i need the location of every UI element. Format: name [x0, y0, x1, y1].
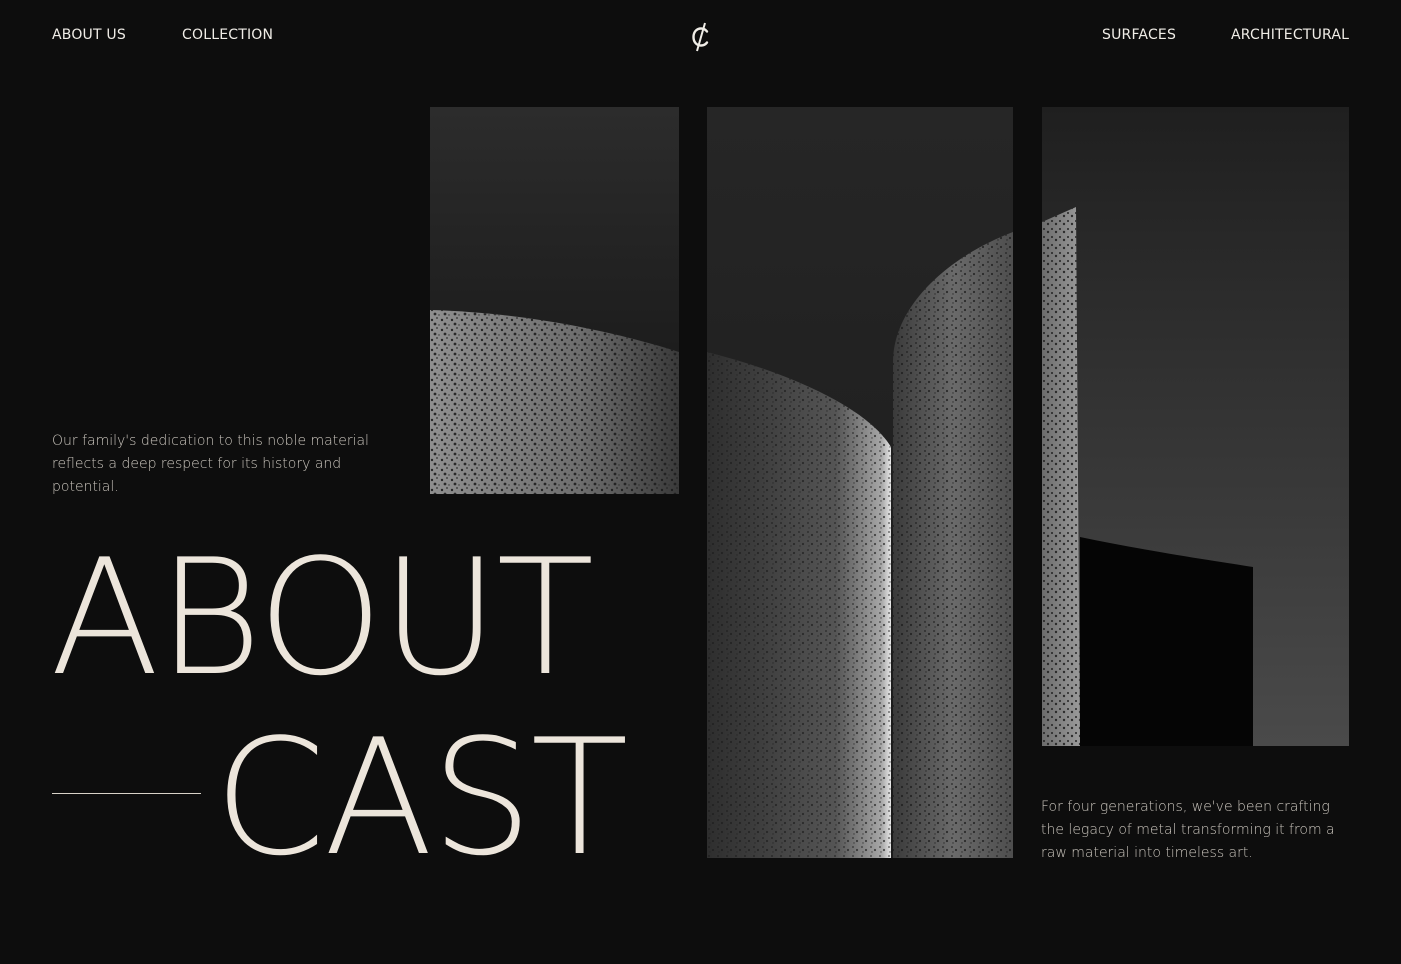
sculpture-photo-1 [430, 107, 679, 494]
intro-paragraph: Our family's dedication to this noble ma… [52, 433, 369, 495]
cent-sign-logo-icon[interactable] [688, 20, 714, 54]
sculpture-photo-3 [1042, 107, 1349, 746]
nav-architectural[interactable]: ARCHITECTURAL [1231, 27, 1349, 43]
nav-surfaces[interactable]: SURFACES [1102, 27, 1176, 43]
headline-cast: CAST [214, 704, 628, 891]
divider-line [52, 793, 201, 794]
nav-collection[interactable]: COLLECTION [182, 27, 273, 43]
heritage-paragraph: For four generations, we've been craftin… [1041, 799, 1335, 861]
nav-about-us[interactable]: ABOUT US [52, 27, 126, 43]
headline-about: ABOUT [50, 524, 594, 711]
sculpture-photo-2 [707, 107, 1013, 858]
